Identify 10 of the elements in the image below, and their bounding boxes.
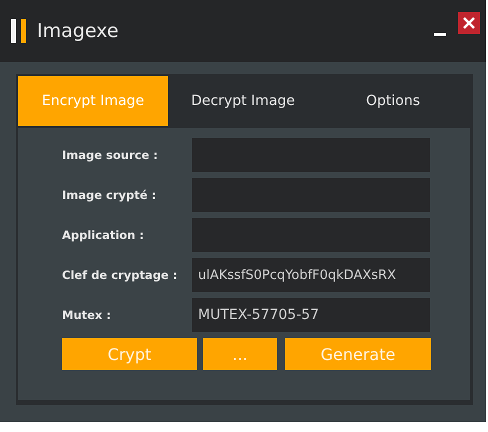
tab[interactable]: Decrypt Image (168, 76, 318, 126)
field-label: Mutex : (62, 308, 112, 322)
window-title: Imagexe (37, 20, 120, 42)
field-label: Image source : (62, 148, 159, 162)
input-field[interactable]: MUTEX-57705-57 (192, 298, 430, 332)
field-label: Application : (62, 228, 145, 242)
field-label: Image crypté : (62, 188, 158, 202)
input-field[interactable]: ulAKssfS0PcqYobfF0qkDAXsRX (192, 258, 430, 292)
tab[interactable]: Options (318, 76, 468, 126)
field-label: Clef de cryptage : (62, 268, 178, 282)
